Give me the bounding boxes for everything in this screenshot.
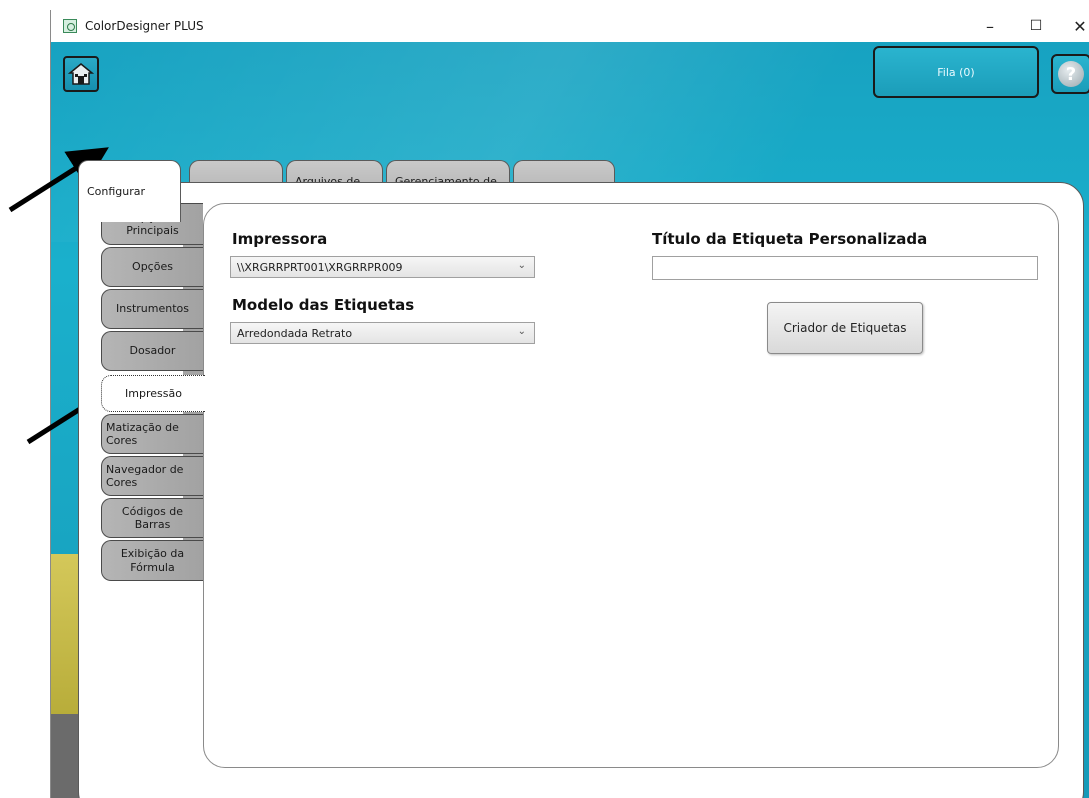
label-model-label: Modelo das Etiquetas [232,296,415,314]
side-tab-dosador[interactable]: Dosador [101,331,203,371]
side-tab-opcoes[interactable]: Opções [101,247,203,287]
custom-title-input[interactable] [652,256,1038,280]
label-model-select-value: Arredondada Retrato [237,326,353,340]
side-tab-instrumentos[interactable]: Instrumentos [101,289,203,329]
label-creator-button[interactable]: Criador de Etiquetas [767,302,923,354]
printer-select-value: \\XRGRRPRT001\XRGRRPR009 [237,260,403,274]
chevron-down-icon: ⌄ [517,260,526,271]
side-tab-codigos-de-barras[interactable]: Códigos de Barras [101,498,203,538]
printer-select[interactable]: \\XRGRRPRT001\XRGRRPR009 ⌄ [230,256,535,278]
side-tab-navegador-de-cores[interactable]: Navegador de Cores [101,456,203,496]
printer-label: Impressora [232,230,328,248]
settings-content-panel: Impressora \\XRGRRPRT001\XRGRRPR009 ⌄ Mo… [203,203,1059,768]
side-tab-matizacao-de-cores[interactable]: Matização de Cores [101,414,203,454]
side-tab-impressao[interactable]: Impressão [101,375,205,412]
custom-title-label: Título da Etiqueta Personalizada [652,230,928,248]
side-tab-exibicao-da-formula[interactable]: Exibição da Fórmula [101,540,203,581]
tab-configurar[interactable]: Configurar [78,160,181,222]
label-model-select[interactable]: Arredondada Retrato ⌄ [230,322,535,344]
chevron-down-icon: ⌄ [517,326,526,337]
main-panel: Opções Principais Opções Instrumentos Do… [78,182,1084,798]
